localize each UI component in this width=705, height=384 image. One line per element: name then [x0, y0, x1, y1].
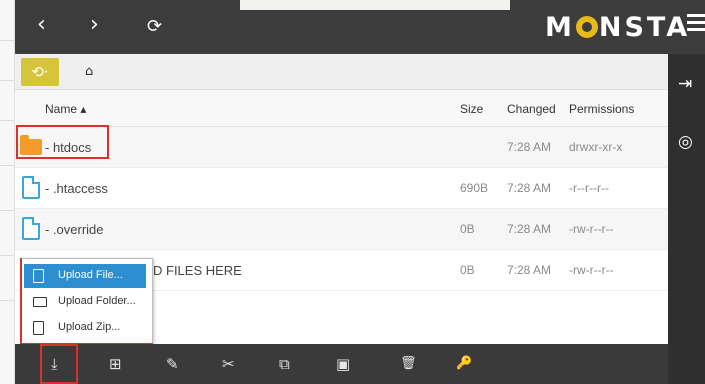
copy-icon[interactable]: ⧉ — [279, 355, 290, 373]
logo-o-emblem — [575, 16, 598, 38]
file-changed: 7:28 AM — [507, 181, 552, 195]
file-size: 0B — [460, 222, 475, 236]
permissions-key-icon[interactable]: 🔑 — [456, 356, 472, 371]
file-changed: 7:28 AM — [507, 222, 552, 236]
forward-icon[interactable]: › — [90, 14, 99, 36]
annotation-highlight-htdocs — [16, 125, 109, 159]
file-list-header: Name ▴ Size Changed Permissions — [15, 90, 668, 127]
table-row[interactable]: - .htaccess 690B 7:28 AM -r--r--r-- — [15, 168, 668, 209]
file-permissions: -rw-r--r-- — [569, 263, 614, 277]
file-size: 690B — [460, 181, 489, 195]
menu-item-label: Upload Folder... — [58, 295, 136, 307]
file-name[interactable]: - .htaccess — [45, 181, 108, 196]
column-header-changed[interactable]: Changed — [507, 102, 556, 116]
help-lifebuoy-icon[interactable]: ◎ — [678, 132, 693, 152]
folder-icon — [33, 297, 47, 307]
table-row[interactable]: - htdocs 7:28 AM drwxr-xr-x — [15, 127, 668, 168]
column-header-size[interactable]: Size — [460, 102, 483, 116]
hamburger-menu-icon[interactable] — [687, 14, 705, 35]
upload-file-menu-item[interactable]: Upload File... — [24, 264, 146, 288]
annotation-highlight-upload-button — [40, 344, 78, 384]
file-name[interactable]: D FILES HERE — [153, 263, 242, 278]
file-name[interactable]: - .override — [45, 222, 104, 237]
back-icon[interactable]: ‹ — [37, 14, 46, 36]
logo-text-rest: NSTA — [598, 12, 691, 43]
menu-item-label: Upload File... — [58, 269, 123, 281]
upload-menu: Upload File... Upload Folder... Upload Z… — [20, 258, 153, 345]
breadcrumb: ⟲· ⌂ — [15, 54, 668, 90]
file-icon — [22, 217, 40, 240]
column-header-permissions[interactable]: Permissions — [569, 102, 634, 116]
table-row[interactable]: - .override 0B 7:28 AM -rw-r--r-- — [15, 209, 668, 250]
top-bar: ‹ › ⟳ M NSTA — [15, 0, 705, 54]
file-changed: 7:28 AM — [507, 140, 552, 154]
refresh-icon[interactable]: ⟳ — [147, 16, 162, 38]
file-permissions: -rw-r--r-- — [569, 222, 614, 236]
cut-icon[interactable]: ✂ — [222, 355, 235, 373]
monsta-logo: M NSTA — [545, 12, 690, 43]
tab-strip — [240, 0, 510, 10]
bottom-toolbar: ⤓ ⊞ ✎ ✂ ⧉ ▣ 🗑 🔑 — [15, 344, 668, 384]
file-icon — [22, 176, 40, 199]
logo-letter-m: M — [545, 12, 575, 43]
menu-item-label: Upload Zip... — [58, 321, 121, 333]
background-page-edge — [0, 0, 15, 384]
logout-icon[interactable]: ⇥ — [678, 74, 692, 94]
history-button[interactable]: ⟲· — [21, 58, 59, 86]
home-icon[interactable]: ⌂ — [85, 64, 93, 79]
right-sidebar: ⇥ ◎ — [668, 54, 705, 384]
column-header-name[interactable]: Name ▴ — [45, 102, 86, 116]
upload-folder-menu-item[interactable]: Upload Folder... — [24, 290, 146, 314]
edit-icon[interactable]: ✎ — [166, 355, 179, 373]
file-permissions: -r--r--r-- — [569, 181, 609, 195]
paste-icon[interactable]: ▣ — [336, 355, 350, 373]
file-manager-screen: ‹ › ⟳ M NSTA ⇥ ◎ ⟲· ⌂ Name ▴ Size Changed… — [0, 0, 705, 384]
file-permissions: drwxr-xr-x — [569, 140, 623, 154]
zip-icon — [33, 321, 44, 335]
file-icon — [33, 269, 44, 283]
file-size: 0B — [460, 263, 475, 277]
file-changed: 7:28 AM — [507, 263, 552, 277]
upload-zip-menu-item[interactable]: Upload Zip... — [24, 316, 146, 340]
new-item-icon[interactable]: ⊞ — [109, 355, 122, 373]
delete-icon[interactable]: 🗑 — [400, 356, 417, 371]
